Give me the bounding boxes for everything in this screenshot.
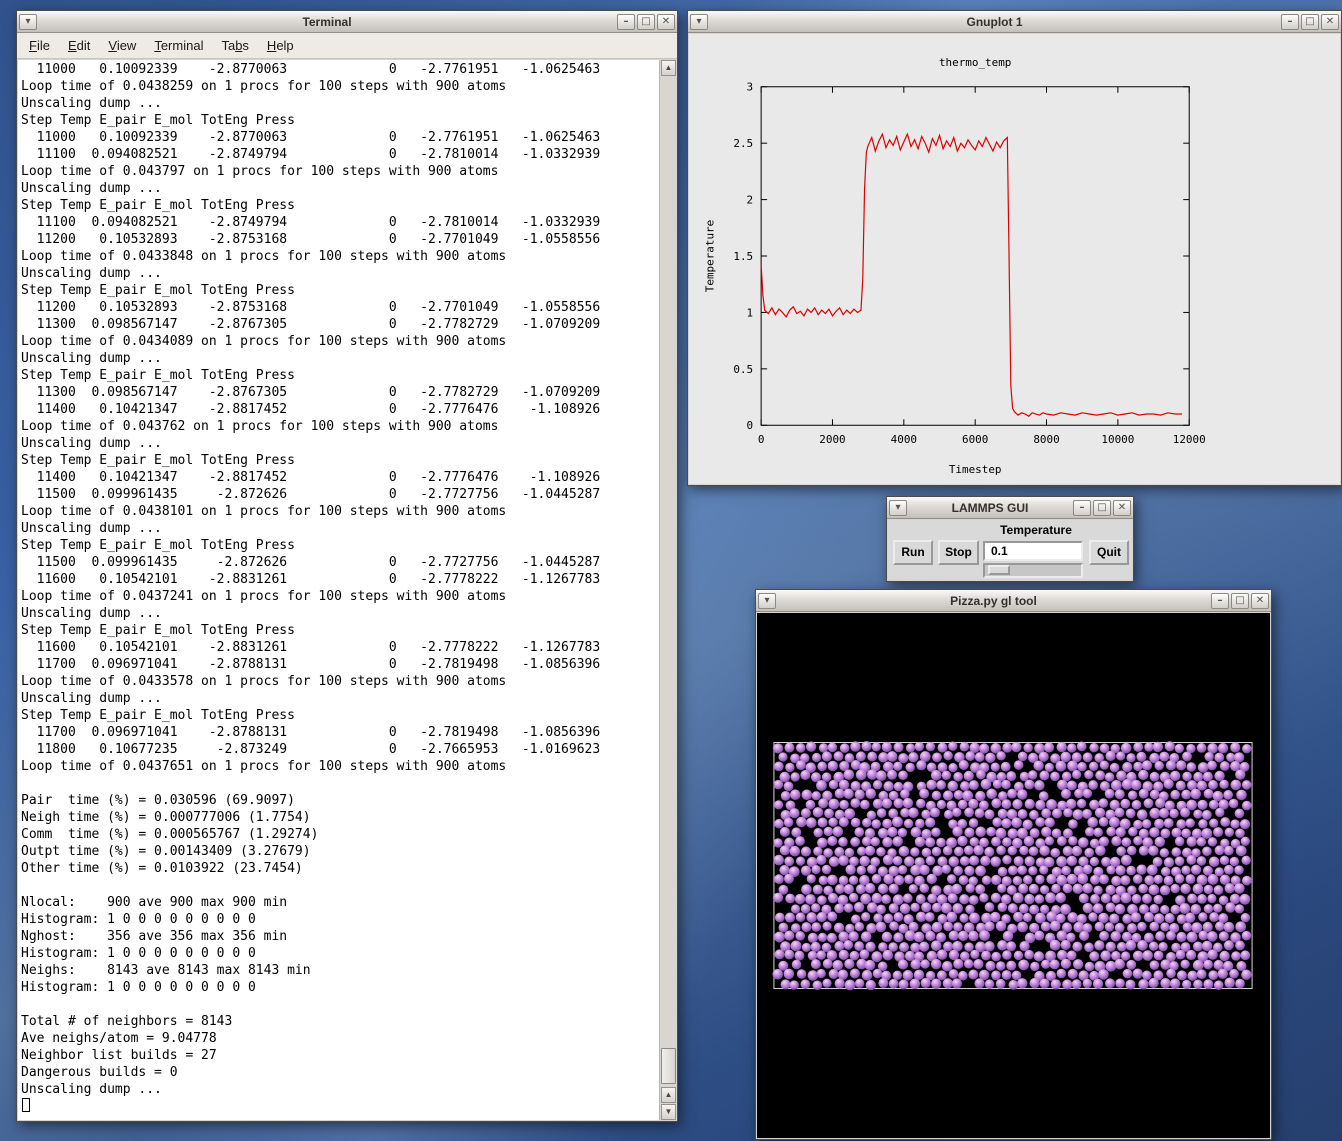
window-menu-button[interactable]: ▾ [19,14,37,30]
svg-text:thermo_temp: thermo_temp [939,56,1011,69]
pizza-titlebar[interactable]: ▾ Pizza.py gl tool – □ ✕ [756,590,1271,612]
temperature-label: Temperature [980,523,1092,537]
svg-text:0.5: 0.5 [733,363,753,376]
maximize-button[interactable]: □ [1301,14,1319,30]
menu-help[interactable]: Help [258,34,303,57]
window-menu-button[interactable]: ▾ [690,14,708,30]
svg-text:10000: 10000 [1101,433,1134,446]
menu-file[interactable]: File [20,34,59,57]
temperature-slider[interactable] [983,563,1083,578]
svg-text:Temperature: Temperature [703,220,716,292]
close-button[interactable]: ✕ [657,14,675,30]
scroll-up-icon[interactable]: ▲ [661,60,676,76]
svg-text:8000: 8000 [1033,433,1059,446]
svg-text:0: 0 [758,433,765,446]
menu-tabs[interactable]: Tabs [212,34,257,57]
terminal-menubar: FileEditViewTerminalTabsHelp [17,33,677,59]
terminal-window: ▾ Terminal – □ ✕ FileEditViewTerminalTab… [16,10,678,1122]
menu-terminal[interactable]: Terminal [145,34,212,57]
svg-text:1: 1 [747,306,754,319]
lammps-window-title: LAMMPS GUI [909,501,1071,515]
svg-text:4000: 4000 [891,433,917,446]
stop-button[interactable]: Stop [938,540,979,565]
desktop: { "window_controls": {"menu": "▾", "mini… [0,0,1342,1141]
svg-text:Timestep: Timestep [949,463,1002,476]
gl-viewport[interactable] [757,613,1270,1138]
svg-text:2.5: 2.5 [733,137,753,150]
svg-text:1.5: 1.5 [733,250,753,263]
lammps-gui-window: ▾ LAMMPS GUI – □ ✕ Temperature Run Stop … [886,496,1134,582]
lammps-content: Temperature Run Stop 0.1 Quit [888,520,1132,580]
maximize-button[interactable]: □ [1231,593,1249,609]
terminal-content-area[interactable]: 11000 0.10092339 -2.8770063 0 -2.7761951… [18,60,676,1120]
menu-view[interactable]: View [99,34,145,57]
temperature-entry[interactable]: 0.1 [983,541,1083,561]
scroll-up2-icon[interactable]: ▲ [661,1087,676,1103]
pizza-window-title: Pizza.py gl tool [778,594,1209,608]
terminal-titlebar[interactable]: ▾ Terminal – □ ✕ [17,11,677,33]
gnuplot-titlebar[interactable]: ▾ Gnuplot 1 – □ ✕ [688,11,1341,33]
lammps-titlebar[interactable]: ▾ LAMMPS GUI – □ ✕ [887,497,1133,519]
gnuplot-window-title: Gnuplot 1 [710,15,1279,29]
gnuplot-window: ▾ Gnuplot 1 – □ ✕ 0 2000 4000 6000 8000 10000… [687,10,1342,486]
terminal-cursor [22,1098,30,1112]
atoms-canvas [757,613,1270,1138]
terminal-viewport[interactable]: 11000 0.10092339 -2.8770063 0 -2.7761951… [18,60,659,1120]
svg-text:3: 3 [747,81,754,94]
terminal-output: 11000 0.10092339 -2.8770063 0 -2.7761951… [21,61,659,1115]
gnuplot-canvas: 0 2000 4000 6000 8000 10000 12000 0 0.5 1 1.5 2 2.5 3… [689,34,1340,484]
close-button[interactable]: ✕ [1113,500,1131,516]
minimize-button[interactable]: – [1211,593,1229,609]
close-button[interactable]: ✕ [1251,593,1269,609]
minimize-button[interactable]: – [1073,500,1091,516]
maximize-button[interactable]: □ [637,14,655,30]
quit-button[interactable]: Quit [1089,540,1129,565]
gnuplot-chart: 0 2000 4000 6000 8000 10000 12000 0 0.5 1 1.5 2 2.5 3… [689,34,1340,484]
terminal-window-title: Terminal [39,15,615,29]
window-menu-button[interactable]: ▾ [889,500,907,516]
scroll-down-icon[interactable]: ▼ [661,1104,676,1120]
close-button[interactable]: ✕ [1321,14,1339,30]
terminal-scrollbar[interactable]: ▲ ▲ ▼ [659,60,676,1120]
svg-text:2: 2 [747,194,754,207]
run-button[interactable]: Run [893,540,933,565]
minimize-button[interactable]: – [1281,14,1299,30]
window-menu-button[interactable]: ▾ [758,593,776,609]
svg-text:0: 0 [747,419,754,432]
scrollbar-thumb[interactable] [661,1048,676,1084]
svg-text:2000: 2000 [819,433,845,446]
svg-text:12000: 12000 [1173,433,1206,446]
slider-handle[interactable] [988,565,1010,575]
maximize-button[interactable]: □ [1093,500,1111,516]
menu-edit[interactable]: Edit [59,34,99,57]
pizza-window: ▾ Pizza.py gl tool – □ ✕ [755,589,1272,1140]
svg-text:6000: 6000 [962,433,988,446]
minimize-button[interactable]: – [617,14,635,30]
